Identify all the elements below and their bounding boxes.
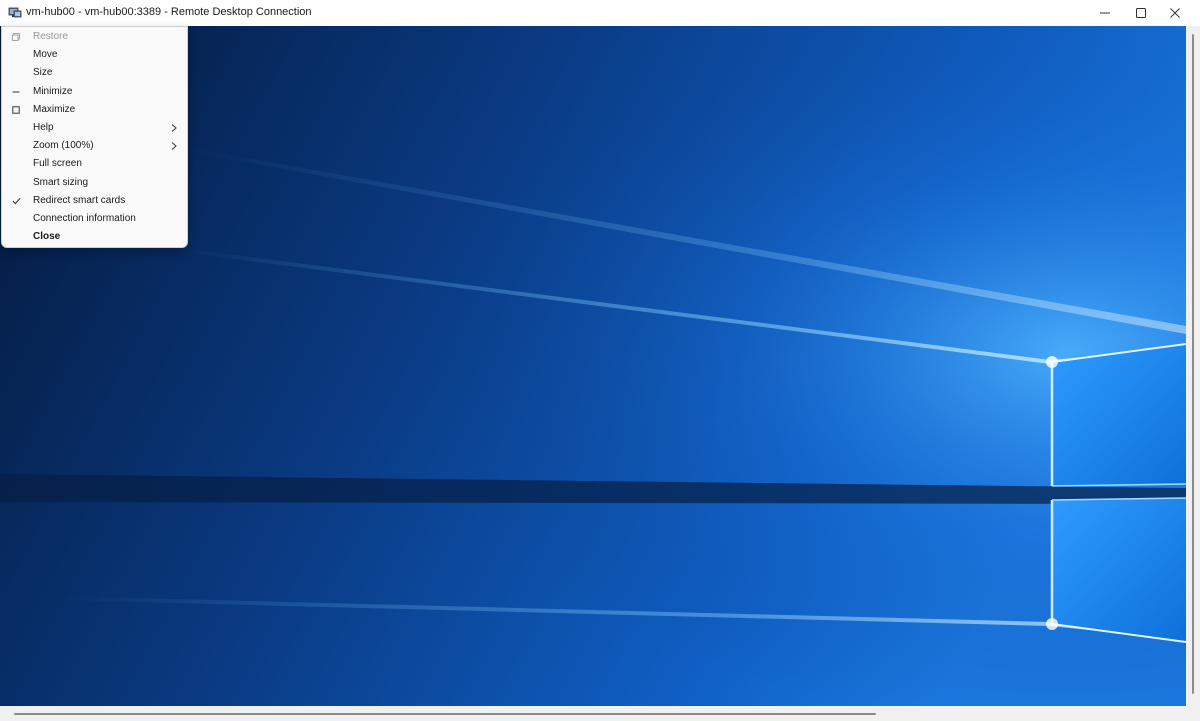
menu-item-close[interactable]: Close bbox=[2, 228, 187, 246]
maximize-button[interactable] bbox=[1124, 0, 1158, 26]
menu-item-size[interactable]: Size bbox=[2, 64, 187, 82]
chevron-right-icon bbox=[170, 141, 178, 151]
menu-item-restore[interactable]: Restore bbox=[2, 28, 187, 46]
window-title: vm-hub00 - vm-hub00:3389 - Remote Deskto… bbox=[26, 6, 312, 18]
minimize-icon bbox=[1100, 12, 1110, 14]
menu-item-minimize[interactable]: Minimize bbox=[2, 83, 187, 101]
scrollbar-corner bbox=[1186, 706, 1200, 721]
minimize-button[interactable] bbox=[1088, 0, 1122, 26]
close-button[interactable] bbox=[1158, 0, 1192, 26]
system-menu: Restore Move Size Minimize Maximize Help… bbox=[1, 26, 188, 248]
menu-item-zoom[interactable]: Zoom (100%) bbox=[2, 137, 187, 155]
menu-item-move[interactable]: Move bbox=[2, 46, 187, 64]
horizontal-scrollbar-thumb[interactable] bbox=[14, 713, 876, 715]
remote-desktop-icon[interactable] bbox=[8, 6, 22, 20]
checkmark-icon bbox=[11, 196, 21, 206]
menu-item-redirect-smart-cards[interactable]: Redirect smart cards bbox=[2, 192, 187, 210]
menu-item-full-screen[interactable]: Full screen bbox=[2, 155, 187, 173]
menu-item-smart-sizing[interactable]: Smart sizing bbox=[2, 174, 187, 192]
maximize-icon bbox=[1136, 8, 1146, 18]
menu-item-connection-information[interactable]: Connection information bbox=[2, 210, 187, 228]
chevron-right-icon bbox=[170, 123, 178, 133]
remote-desktop-window: vm-hub00 - vm-hub00:3389 - Remote Deskto… bbox=[0, 0, 1200, 721]
vertical-scrollbar-thumb[interactable] bbox=[1192, 34, 1194, 694]
menu-item-maximize[interactable]: Maximize bbox=[2, 101, 187, 119]
minimize-icon bbox=[11, 87, 21, 97]
close-icon bbox=[1170, 8, 1180, 18]
menu-item-help[interactable]: Help bbox=[2, 119, 187, 137]
vertical-scrollbar[interactable] bbox=[1186, 26, 1200, 706]
horizontal-scrollbar[interactable] bbox=[0, 706, 1186, 721]
title-bar[interactable]: vm-hub00 - vm-hub00:3389 - Remote Deskto… bbox=[0, 0, 1200, 26]
restore-icon bbox=[11, 32, 21, 42]
maximize-icon bbox=[11, 105, 21, 115]
